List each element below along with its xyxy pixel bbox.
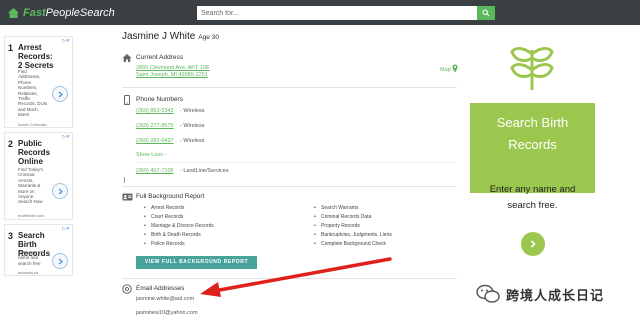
phone-number-3[interactable]: (269) 282-0497 <box>136 138 174 144</box>
address-line-1[interactable]: 2860 Cleveland Ave, APT 10E <box>136 65 210 71</box>
chevron-right-icon <box>58 258 63 264</box>
top-navigation-bar: Fast PeopleSearch <box>0 0 640 25</box>
ad-title[interactable]: Arrest Records: 2 Secrets <box>18 43 58 70</box>
ad-close-icon[interactable]: ▷✕ <box>62 38 70 44</box>
logo-text-peoplesearch: PeopleSearch <box>45 7 115 19</box>
sidebar-ad-2[interactable]: ▷✕ 2 Public Records Online Find Today's … <box>4 132 73 220</box>
search-input[interactable] <box>197 6 477 20</box>
watermark: 跨境人成长日记 <box>476 284 604 304</box>
watermark-text: 跨境人成长日记 <box>506 287 605 303</box>
ad-green-banner: Search Birth Records <box>470 103 595 193</box>
chevron-right-icon <box>58 91 63 97</box>
search-icon <box>482 9 490 17</box>
ad-arrow-button[interactable] <box>52 86 68 102</box>
annotation-arrow <box>200 257 392 297</box>
person-age: Age 30 <box>198 34 219 41</box>
map-pin-icon[interactable] <box>452 64 458 73</box>
phone-divider <box>136 162 456 163</box>
report-item: Complete Background Check <box>314 241 386 247</box>
ad-arrow-button[interactable] <box>521 232 545 256</box>
report-item: Court Records <box>144 214 183 220</box>
email-address-2: jasminew10@yahoo.com <box>136 310 198 316</box>
phone-number-landline[interactable]: (269) 407-7105 <box>136 168 174 174</box>
profile-header: Jasmine J White Age 30 <box>122 31 219 42</box>
ad-text-line1: Enter any name and <box>489 184 576 195</box>
report-item: Police Records <box>144 241 185 247</box>
ad-heading-line1: Search Birth <box>496 115 569 130</box>
phone-number-1[interactable]: (269) 863-5342 <box>136 108 174 114</box>
phone-numbers-title: Phone Numbers <box>136 96 183 103</box>
section-divider <box>122 186 457 187</box>
logo-text-fast: Fast <box>23 7 46 19</box>
phone-icon <box>124 95 130 105</box>
report-item: Criminal Records Data <box>314 214 371 220</box>
ad-arrow-button[interactable] <box>52 253 68 269</box>
current-address-title: Current Address <box>136 54 183 61</box>
wechat-icon <box>476 284 500 303</box>
section-marker <box>124 177 125 183</box>
ad-source: Arrest Criminals <box>18 122 47 127</box>
ad-body: Enter any name and search free <box>18 250 41 266</box>
ad-close-icon[interactable]: ▷✕ <box>62 226 70 232</box>
ad-title[interactable]: Public Records Online <box>18 139 58 166</box>
site-logo[interactable]: Fast PeopleSearch <box>7 6 115 20</box>
ad-number: 1 <box>8 43 14 53</box>
phone-type-2: - Wireless <box>180 123 205 129</box>
report-item: Marriage & Divorce Records <box>144 223 214 229</box>
report-item: Birth & Death Records <box>144 232 201 238</box>
sidebar-ad-3[interactable]: ▷✕ 3 Search Birth Records Enter any name… <box>4 224 73 276</box>
report-item: Search Warrants <box>314 205 358 211</box>
search-button[interactable] <box>477 6 495 20</box>
ad-body: Find Addresses, Phone Numbers, Relatives… <box>18 69 48 118</box>
section-divider <box>122 87 457 88</box>
person-name: Jasmine J White <box>122 31 196 42</box>
report-item: Property Records <box>314 223 360 229</box>
home-icon <box>122 54 132 62</box>
ad-body: Find Today's Criminal Arrests, Warrants … <box>18 167 44 205</box>
email-address-1: jasmine.white@aol.com <box>136 296 195 302</box>
ad-source: truthfinder.com <box>18 213 45 218</box>
chevron-right-icon <box>58 188 63 194</box>
ad-number: 3 <box>8 231 14 241</box>
phone-type-3: - Wireless <box>180 138 205 144</box>
leaf-logo-icon <box>510 47 554 90</box>
map-link[interactable]: Map <box>440 67 451 73</box>
background-report-title: Full Background Report <box>136 193 205 200</box>
ad-number: 2 <box>8 139 14 149</box>
at-sign-icon <box>122 284 132 294</box>
id-card-icon <box>122 193 133 201</box>
ad-source: ancestry.ca <box>18 270 39 275</box>
phone-number-2[interactable]: (269) 277-8575 <box>136 123 174 129</box>
report-item: Arrest Records <box>144 205 184 211</box>
ad-text-line2: search free. <box>507 200 558 211</box>
address-line-2[interactable]: Saint Joseph, MI 49085-2251 <box>136 72 208 78</box>
chevron-right-icon <box>530 240 536 248</box>
search-bar <box>197 6 497 20</box>
house-icon <box>8 8 19 18</box>
ad-arrow-button[interactable] <box>52 183 68 199</box>
phone-type-landline: - LandLine/Services <box>180 168 229 174</box>
ad-close-icon[interactable]: ▷✕ <box>62 134 70 140</box>
right-sidebar-ad[interactable]: ▷✕ Search Birth Records Enter any name a… <box>470 28 595 272</box>
show-less-link[interactable]: Show Less - <box>136 152 166 158</box>
email-addresses-title: Email Addresses <box>136 285 185 292</box>
report-item: Bankruptcies, Judgments, Liens <box>314 232 392 238</box>
sidebar-ad-1[interactable]: ▷✕ 1 Arrest Records: 2 Secrets Find Addr… <box>4 36 73 128</box>
ad-logo-area <box>470 28 595 103</box>
ad-heading-line2: Records <box>508 137 557 152</box>
phone-type-1: - Wireless <box>180 108 205 114</box>
